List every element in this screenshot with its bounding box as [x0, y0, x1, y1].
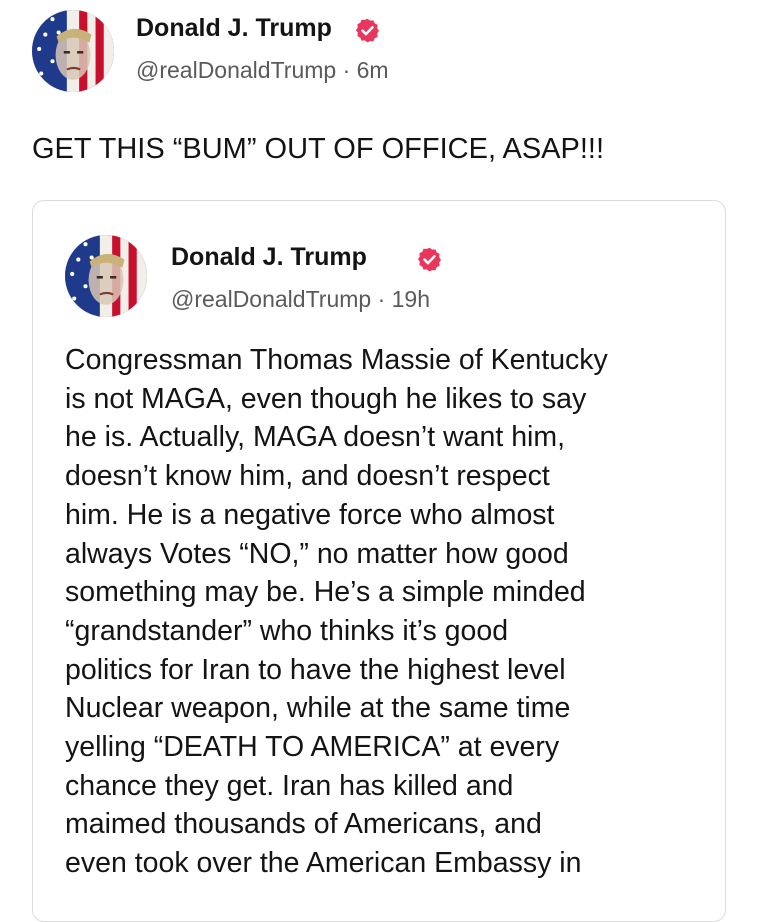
quoted-text-line: chance they get. Iran has killed and: [65, 769, 514, 802]
avatar-portrait-icon: [65, 235, 147, 317]
verified-badge-icon: [416, 246, 443, 273]
verified-badge-icon: [354, 17, 381, 44]
quoted-text-line: doesn’t know him, and doesn’t respect: [65, 460, 550, 493]
quoted-text-line: “grandstander” who thinks it’s good: [65, 614, 509, 647]
avatar-portrait-icon: [32, 10, 114, 92]
quoted-text-line: Congressman Thomas Massie of Kentucky: [65, 344, 608, 376]
quoted-text-line: always Votes “NO,” no matter how good: [65, 537, 569, 570]
author-handle-timestamp[interactable]: @realDonaldTrump · 6m: [136, 57, 389, 84]
quoted-text-line: maimed thousands of Americans, and: [65, 808, 542, 841]
post-text: GET THIS “BUM” OUT OF OFFICE, ASAP!!!: [32, 133, 605, 165]
quoted-text-line: him. He is a negative force who almost: [65, 498, 555, 531]
quoted-text-line: he is. Actually, MAGA doesn’t want him,: [65, 421, 566, 454]
quoted-post-text: Congressman Thomas Massie of Kentucky is…: [65, 341, 715, 883]
quoted-author-handle-timestamp[interactable]: @realDonaldTrump · 19h: [171, 286, 430, 313]
quoted-text-line: Nuclear weapon, while at the same time: [65, 692, 571, 725]
author-name[interactable]: Donald J. Trump: [136, 14, 332, 43]
quoted-author-name[interactable]: Donald J. Trump: [171, 243, 367, 272]
quoted-text-line: is not MAGA, even though he likes to say: [65, 382, 587, 415]
quoted-text-line: something may be. He’s a simple minded: [65, 576, 586, 609]
quoted-post-card[interactable]: Donald J. Trump @realDonaldTrump · 19h C…: [32, 200, 726, 922]
post: Donald J. Trump @realDonaldTrump · 6m GE…: [0, 0, 758, 922]
quoted-text-line: yelling “DEATH TO AMERICA” at every: [65, 731, 560, 764]
quoted-text-line: even took over the American Embassy in: [65, 847, 582, 880]
author-avatar[interactable]: [32, 10, 114, 92]
quoted-author-avatar[interactable]: [65, 235, 147, 317]
quoted-text-line: politics for Iran to have the highest le…: [65, 653, 566, 686]
